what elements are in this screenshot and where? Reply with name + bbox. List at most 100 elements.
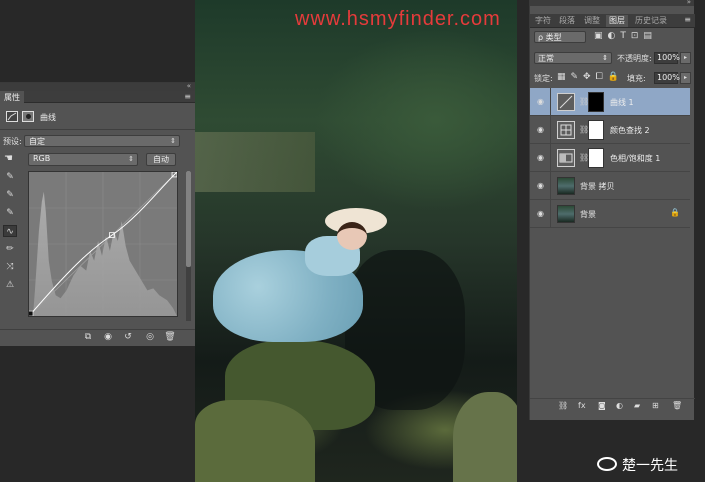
- curve-tools: ✎ ✎ ✎ ∿ ✏ ⤨ ⚠: [3, 171, 21, 297]
- adjustment-title: 曲线: [40, 113, 56, 122]
- visibility-icon[interactable]: ◎: [144, 332, 156, 342]
- panel-scrollbar[interactable]: [186, 171, 191, 321]
- fill-slider-toggle[interactable]: ▸: [680, 72, 691, 84]
- properties-tabbar: 属性 ≡: [0, 91, 195, 103]
- layer-mask-thumbnail[interactable]: [588, 92, 604, 112]
- chevron-updown-icon: ⇕: [128, 155, 134, 163]
- auto-button[interactable]: 自动: [146, 153, 176, 166]
- layer-name: 背景 拷贝: [580, 182, 615, 191]
- opacity-slider-toggle[interactable]: ▸: [680, 52, 691, 64]
- new-layer-icon[interactable]: ⊞: [652, 401, 659, 410]
- lock-label: 锁定:: [534, 74, 553, 83]
- curves-adjustment-icon: [557, 93, 575, 111]
- tab-adjustments[interactable]: 调整: [581, 15, 603, 27]
- black-eyedropper-icon[interactable]: ✎: [3, 171, 17, 183]
- adjustment-layer-icon[interactable]: ◐: [616, 401, 623, 410]
- color-lookup-icon: [557, 121, 575, 139]
- layers-panel: » 字符 段落 调整 图层 历史记录 ≡ ρ 类型 ▣◐T⊡▤ 正常 ⇕ 不透明…: [529, 0, 695, 420]
- layer-thumbnail: [557, 177, 575, 195]
- properties-panel: « 属性 ≡ 曲线 预设: 自定 ⇕ ☚ RGB ⇕ 自动 ✎ ✎ ✎ ∿ ✏ …: [0, 82, 195, 346]
- layer-row-background-copy[interactable]: ◉ 背景 拷贝: [530, 172, 690, 200]
- layer-name: 曲线 1: [610, 98, 634, 107]
- panel-titlebar[interactable]: «: [0, 82, 195, 91]
- canvas-photo[interactable]: www.hsmyfinder.com: [195, 0, 517, 482]
- opacity-field[interactable]: 100%: [654, 52, 680, 64]
- delete-icon[interactable]: 🗑: [672, 401, 682, 410]
- fx-icon[interactable]: fx: [578, 401, 586, 410]
- hue-saturation-icon: [557, 149, 575, 167]
- stone-wall: [195, 132, 315, 192]
- smooth-icon[interactable]: ⤨: [3, 261, 17, 273]
- view-previous-icon[interactable]: ◉: [102, 332, 114, 342]
- opacity-label: 不透明度:: [617, 54, 652, 63]
- fill-label: 填充:: [627, 74, 646, 83]
- eye-icon[interactable]: ◉: [537, 125, 544, 134]
- reset-icon[interactable]: ↺: [122, 332, 134, 342]
- collapse-icon[interactable]: »: [687, 0, 691, 6]
- layer-row-curves[interactable]: ◉ ⛓ 曲线 1: [530, 88, 690, 116]
- fill-field[interactable]: 100%: [654, 72, 680, 84]
- preset-label: 预设:: [3, 137, 22, 146]
- curve-point-icon[interactable]: ∿: [3, 225, 17, 237]
- layer-filter-dropdown[interactable]: ρ 类型: [534, 31, 586, 43]
- chevron-updown-icon: ⇕: [170, 137, 176, 145]
- tab-paragraph[interactable]: 段落: [556, 15, 578, 27]
- adjustment-header: 曲线: [0, 109, 195, 125]
- tab-history[interactable]: 历史记录: [632, 15, 670, 27]
- layer-name: 色相/饱和度 1: [610, 154, 661, 163]
- curves-graph[interactable]: [28, 171, 178, 317]
- panel-titlebar[interactable]: »: [530, 0, 694, 6]
- divider: [550, 144, 551, 172]
- divider: [550, 172, 551, 200]
- eye-icon[interactable]: ◉: [537, 181, 544, 190]
- tab-layers[interactable]: 图层: [606, 15, 628, 27]
- chevron-updown-icon: ⇕: [602, 54, 608, 62]
- curves-adjustment-icon[interactable]: [6, 111, 18, 122]
- tab-properties[interactable]: 属性: [0, 91, 24, 103]
- clipping-warning-icon[interactable]: ⚠: [3, 279, 17, 291]
- layer-row-background[interactable]: ◉ 背景 🔒: [530, 200, 690, 228]
- tab-character[interactable]: 字符: [532, 15, 554, 27]
- clip-to-layer-icon[interactable]: ⧉: [82, 332, 94, 342]
- gray-eyedropper-icon[interactable]: ✎: [3, 189, 17, 201]
- preset-value: 自定: [29, 137, 45, 146]
- channel-dropdown[interactable]: RGB ⇕: [28, 153, 138, 166]
- pencil-icon[interactable]: ✏: [3, 243, 17, 255]
- divider: [550, 200, 551, 228]
- layer-mask-thumbnail[interactable]: [588, 120, 604, 140]
- layer-row-color-lookup[interactable]: ◉ ⛓ 颜色查找 2: [530, 116, 690, 144]
- eye-icon[interactable]: ◉: [537, 97, 544, 106]
- divider: [550, 88, 551, 116]
- divider: [550, 116, 551, 144]
- panel-menu-icon[interactable]: ≡: [184, 92, 191, 101]
- layer-row-hue-saturation[interactable]: ◉ ⛓ 色相/饱和度 1: [530, 144, 690, 172]
- blend-mode-value: 正常: [538, 54, 554, 63]
- filter-icons[interactable]: ▣◐T⊡▤: [594, 31, 657, 41]
- collapse-icon[interactable]: «: [187, 82, 191, 90]
- curve-point: [29, 310, 34, 316]
- blend-mode-dropdown[interactable]: 正常 ⇕: [534, 52, 612, 64]
- add-mask-icon[interactable]: ◙: [598, 401, 606, 410]
- lock-icons[interactable]: ▦✎✥⧠🔒: [557, 72, 624, 82]
- hand-adjust-icon[interactable]: ☚: [4, 153, 18, 164]
- eye-icon[interactable]: ◉: [537, 153, 544, 162]
- group-icon[interactable]: ▰: [634, 401, 640, 410]
- panel-menu-icon[interactable]: ≡: [684, 15, 691, 24]
- channel-value: RGB: [33, 154, 51, 163]
- eye-icon[interactable]: ◉: [537, 209, 544, 218]
- mossy-rock: [195, 400, 315, 482]
- weibo-icon: [597, 457, 617, 471]
- girl-face: [337, 222, 367, 250]
- layers-list: ◉ ⛓ 曲线 1 ◉ ⛓ 颜色查找 2 ◉ ⛓ 色相/饱和度 1 ◉ 背景 拷贝…: [530, 88, 690, 228]
- mask-icon[interactable]: [22, 111, 34, 122]
- weibo-brand: 楚一先生: [597, 455, 678, 475]
- link-icon[interactable]: ⛓: [558, 401, 568, 410]
- delete-icon[interactable]: 🗑: [164, 332, 176, 342]
- layer-mask-thumbnail[interactable]: [588, 148, 604, 168]
- white-eyedropper-icon[interactable]: ✎: [3, 207, 17, 219]
- preset-dropdown[interactable]: 自定 ⇕: [24, 135, 180, 147]
- watermark-text: www.hsmyfinder.com: [295, 8, 501, 30]
- mossy-rock: [453, 392, 517, 482]
- layer-name: 背景: [580, 210, 596, 219]
- layers-tabbar: 字符 段落 调整 图层 历史记录 ≡: [530, 14, 695, 28]
